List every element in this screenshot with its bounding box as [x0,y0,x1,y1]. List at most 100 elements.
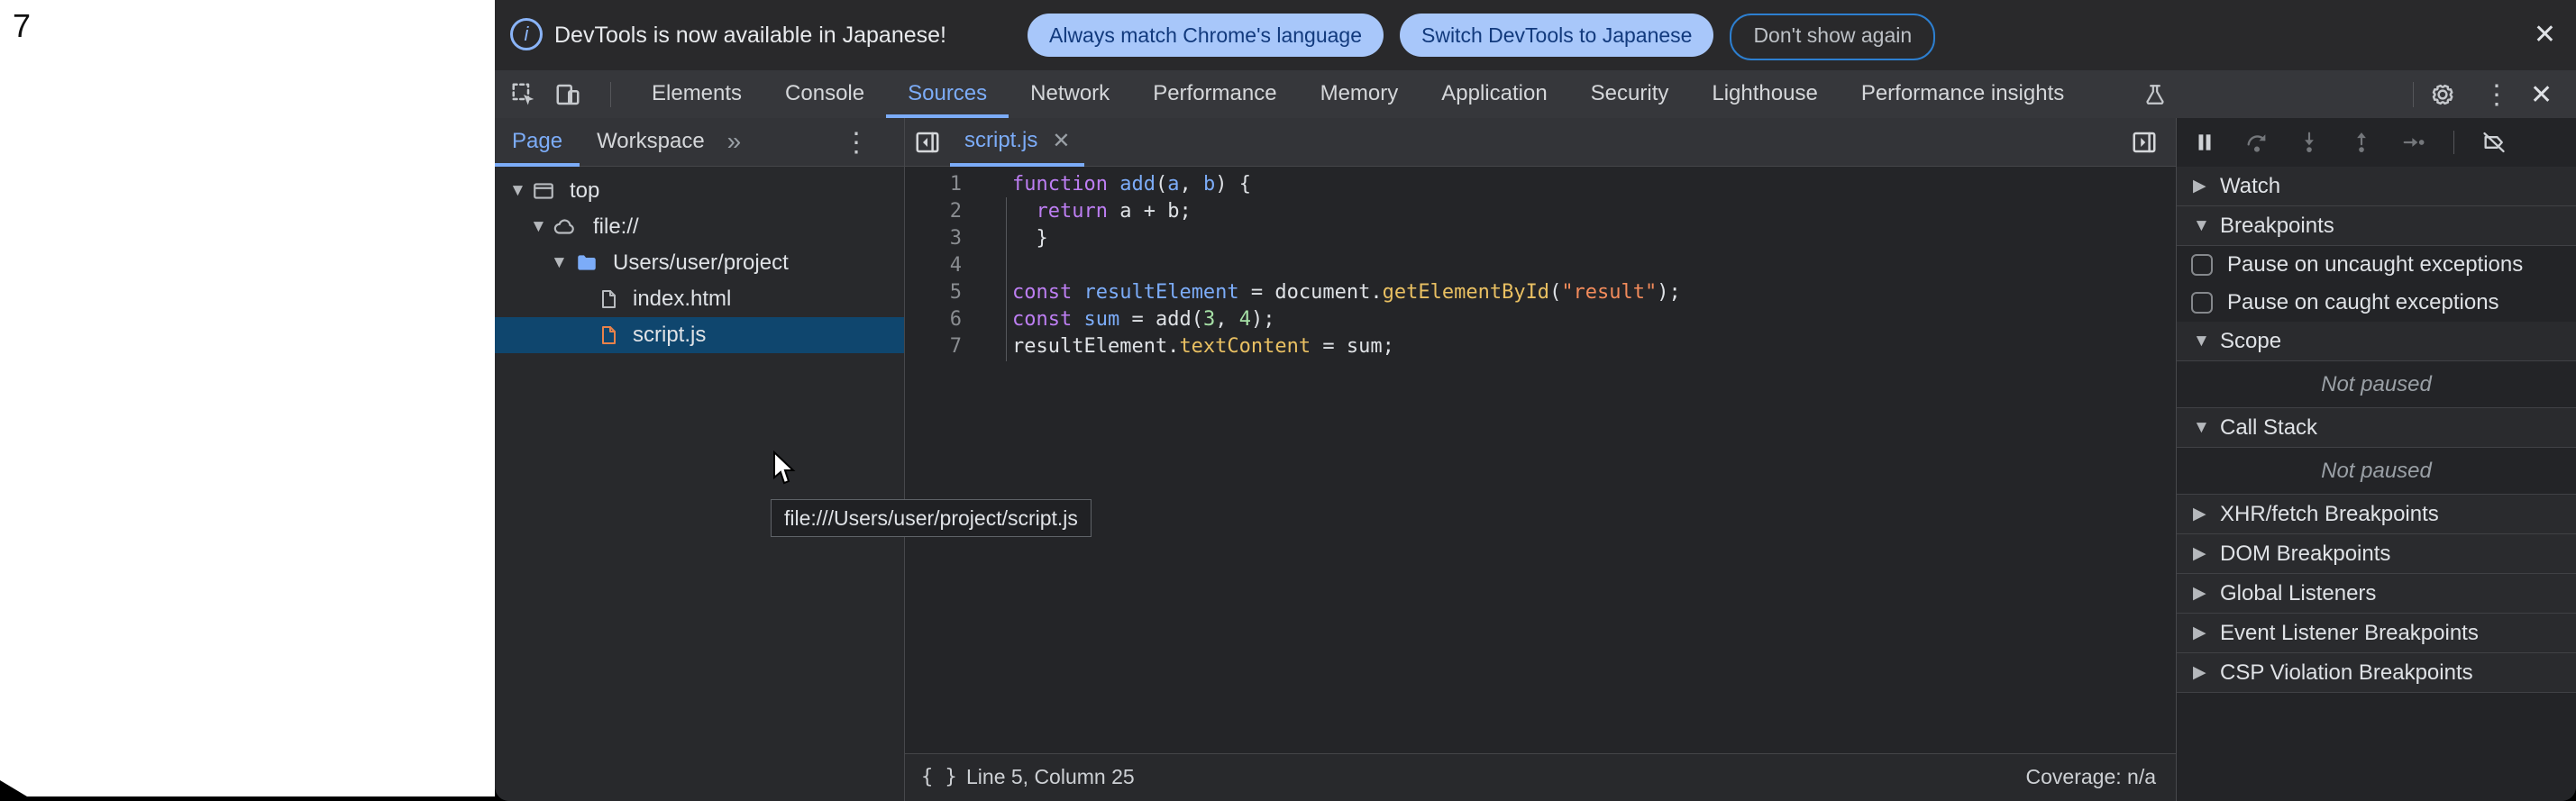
code-line: const resultElement = document.getElemen… [1012,279,1681,306]
tree-item-Users-user-project[interactable]: ▼ Users/user/project [495,245,904,281]
chevron-down-icon[interactable]: ▼ [551,245,568,281]
code-line: return a + b; [1012,198,1681,225]
close-icon: ✕ [2534,20,2556,50]
not-paused-message: Not paused [2177,448,2576,495]
inspect-button[interactable] [510,70,537,118]
panel-collapse-right-icon [2131,129,2158,156]
open-file-tabs: script.js ✕ [950,118,1084,167]
file-js-icon [598,323,621,347]
infobar-button-don-t-show-again[interactable]: Don't show again [1730,14,1935,60]
tree-item-label: Users/user/project [613,245,789,281]
code-token: } [1012,227,1048,250]
tree-item-script-js[interactable]: script.js [495,317,904,353]
code-editor[interactable]: 1234567 function add(a, b) { return a + … [905,167,2176,753]
section-dom-breakpoints[interactable]: ▶DOM Breakpoints [2177,534,2576,574]
step-over-icon [2244,130,2270,155]
tab-application[interactable]: Application [1420,70,1568,118]
deactivate-breakpoints-icon [2480,130,2507,155]
tab-console[interactable]: Console [763,70,886,118]
navigator-tab-page[interactable]: Page [495,118,580,167]
devtools-close-button[interactable]: ✕ [2530,79,2553,111]
step-into-icon [2297,130,2321,155]
step-button[interactable] [2401,130,2426,155]
code-token: add [1119,173,1156,196]
devtools-menu-button[interactable]: ⋮ [2483,79,2510,111]
code-token [1072,281,1083,304]
navigator-pane: PageWorkspace» ⋮ ▼top▼file://▼Users/user… [495,118,904,801]
line-number: 1 [905,171,962,198]
tab-security[interactable]: Security [1569,70,1691,118]
code-line [1012,252,1681,279]
code-token: 3 [1203,308,1215,331]
tab-memory[interactable]: Memory [1299,70,1420,118]
checkbox-pause-on-caught-exceptions[interactable]: Pause on caught exceptions [2177,284,2576,322]
line-number: 2 [905,198,962,225]
section-scope[interactable]: ▼Scope [2177,322,2576,361]
navigator-toggle-button[interactable] [914,129,941,156]
deactivate-breakpoints-button[interactable] [2481,130,2507,155]
chevron-down-icon[interactable]: ▼ [509,173,526,209]
chevron-down-icon[interactable]: ▼ [530,209,547,245]
infobar-close-button[interactable]: ✕ [2534,20,2556,50]
cloud-icon [552,215,575,239]
device-toolbar-icon [554,81,581,108]
tree-item-label: script.js [633,317,706,353]
tree-item-file-[interactable]: ▼ file:// [495,209,904,245]
chevron-double-right-icon[interactable]: » [722,118,744,167]
section-csp-violation-breakpoints[interactable]: ▶CSP Violation Breakpoints [2177,653,2576,693]
debugger-toggle-button[interactable] [2131,129,2158,156]
tab-sources[interactable]: Sources [886,70,1009,118]
chevron-right-icon: ▶ [2193,167,2206,206]
navigator-menu-button[interactable]: ⋮ [843,127,870,159]
tab-lighthouse[interactable]: Lighthouse [1690,70,1839,118]
controls-divider [2453,131,2454,154]
page-heading: 7 [13,7,31,45]
code-token: ); [1251,308,1275,331]
code-line: resultElement.textContent = sum; [1012,333,1681,360]
tree-item-label: file:// [593,209,639,245]
close-icon: ✕ [2530,80,2553,110]
editor-tabstrip: script.js ✕ [905,118,2176,167]
file-html-icon [598,287,621,311]
code-token: = sum; [1311,335,1394,358]
tab-performance-insights[interactable]: Performance insights [1840,70,2086,118]
indent-guide [1006,197,1007,361]
checkbox-label: Pause on caught exceptions [2227,284,2499,322]
tab-script-js[interactable]: script.js ✕ [950,118,1084,167]
settings-button[interactable] [2429,81,2456,108]
checkbox-unchecked-icon[interactable] [2191,254,2213,276]
checkbox-unchecked-icon[interactable] [2191,292,2213,314]
section-watch[interactable]: ▶Watch [2177,167,2576,206]
checkbox-label: Pause on uncaught exceptions [2227,246,2523,284]
section-xhr-fetch-breakpoints[interactable]: ▶XHR/fetch Breakpoints [2177,495,2576,534]
line-number-gutter: 1234567 [905,171,962,360]
section-event-listener-breakpoints[interactable]: ▶Event Listener Breakpoints [2177,614,2576,653]
infobar-buttons: Always match Chrome's language Switch Dev… [1028,14,1935,60]
chevron-down-icon: ▼ [2193,206,2210,246]
line-number: 6 [905,306,962,333]
checkbox-pause-on-uncaught-exceptions[interactable]: Pause on uncaught exceptions [2177,246,2576,284]
step-out-button[interactable] [2349,130,2374,155]
section-breakpoints[interactable]: ▼Breakpoints [2177,206,2576,246]
tree-item-index-html[interactable]: index.html [495,281,904,317]
folder-icon [575,251,598,275]
infobar-button-switch-devtools-to-japanese[interactable]: Switch DevTools to Japanese [1400,14,1713,57]
infobar-button-always-match-chrome-s-language[interactable]: Always match Chrome's language [1028,14,1384,57]
section-global-listeners[interactable]: ▶Global Listeners [2177,574,2576,614]
code-braces-icon[interactable]: { } [921,754,957,800]
step-into-button[interactable] [2297,130,2322,155]
tab-network[interactable]: Network [1009,70,1131,118]
tree-item-top[interactable]: ▼top [495,173,904,209]
pause-button[interactable] [2192,130,2217,155]
tab-performance[interactable]: Performance [1131,70,1298,118]
navigator-tab-workspace[interactable]: Workspace [580,118,722,167]
step-over-button[interactable] [2244,130,2270,155]
code-token: getElementById [1383,281,1549,304]
flask-icon [2143,82,2167,107]
tab-close-icon[interactable]: ✕ [1052,128,1070,154]
section-call-stack[interactable]: ▼Call Stack [2177,408,2576,448]
code-line: function add(a, b) { [1012,171,1681,198]
tab-elements[interactable]: Elements [630,70,763,118]
chevron-down-icon: ▼ [2193,408,2210,448]
device-toolbar-button[interactable] [554,70,581,118]
